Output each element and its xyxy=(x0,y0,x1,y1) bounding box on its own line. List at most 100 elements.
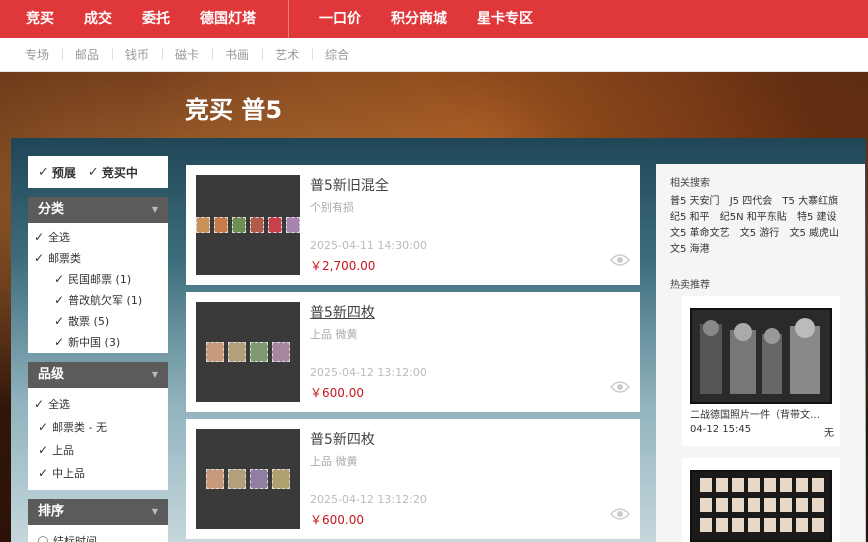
caret-down-icon: ▼ xyxy=(151,370,158,379)
sort-option-end-time[interactable]: 结标时间 xyxy=(28,531,168,542)
category-item-label: 邮票类 xyxy=(48,251,82,265)
item-description: 个别有损 xyxy=(310,201,354,214)
category-title: 分类 xyxy=(38,202,65,217)
item-title[interactable]: 普5新旧混全 xyxy=(310,175,389,195)
hot-item-date: 04-12 15:45 xyxy=(690,424,752,435)
top-nav: 竞买 成交 委托 德国灯塔 一口价 积分商城 星卡专区 xyxy=(0,0,868,38)
stamp-image xyxy=(214,217,228,233)
subnav-stamps[interactable]: 邮品 xyxy=(62,46,112,63)
stamp-image xyxy=(286,217,300,233)
sort-title: 排序 xyxy=(38,504,65,519)
hot-item-caption[interactable]: 二战德国照片一件（背带文… xyxy=(690,406,832,421)
hot-item-image[interactable] xyxy=(690,470,832,542)
category-item-prc[interactable]: ✓ 新中国 (3) xyxy=(28,331,168,352)
related-tag[interactable]: 文5 游行 xyxy=(740,228,780,239)
eye-icon[interactable] xyxy=(610,380,630,394)
stamp-image xyxy=(206,342,224,362)
eye-icon[interactable] xyxy=(610,253,630,267)
hot-item[interactable] xyxy=(682,458,840,542)
item-title[interactable]: 普5新四枚 xyxy=(310,429,375,449)
auction-item[interactable]: 普5新四枚 上品 微黄 2025-04-12 13:12:20 ￥600.00 xyxy=(186,419,640,539)
grade-item-top[interactable]: ✓ 上品 xyxy=(28,438,168,461)
related-tag[interactable]: 纪5 和平 xyxy=(670,212,710,223)
stamp-image xyxy=(232,217,246,233)
nav-star-card[interactable]: 星卡专区 xyxy=(465,0,545,38)
related-search-title: 相关搜索 xyxy=(670,178,710,189)
stamp-image xyxy=(196,217,210,233)
check-icon: ✓ xyxy=(87,164,99,180)
category-header[interactable]: 分类 ▼ xyxy=(28,197,168,223)
nav-points-mall[interactable]: 积分商城 xyxy=(379,0,459,38)
subnav-art[interactable]: 艺术 xyxy=(262,46,312,63)
sort-option-label: 结标时间 xyxy=(53,535,97,542)
related-tag[interactable]: J5 四代会 xyxy=(730,196,773,207)
stamp-image xyxy=(272,342,290,362)
auction-item[interactable]: 普5新旧混全 个别有损 2025-04-11 14:30:00 ￥2,700.0… xyxy=(186,165,640,285)
subnav-cards[interactable]: 磁卡 xyxy=(162,46,212,63)
item-price: ￥600.00 xyxy=(310,386,364,400)
subnav-coins[interactable]: 钱币 xyxy=(112,46,162,63)
grade-item-label: 全选 xyxy=(48,397,71,411)
filter-bidding-checkbox[interactable]: ✓ 竞买中 xyxy=(88,164,138,181)
hot-item[interactable]: 二战德国照片一件（背带文… 04-12 15:45 无 xyxy=(682,296,840,446)
category-item-loose[interactable]: ✓ 散票 (5) xyxy=(28,310,168,331)
filter-preview-checkbox[interactable]: ✓ 预展 xyxy=(38,164,76,181)
stamp-sheet-image xyxy=(692,472,830,540)
category-list: ✓ 全选 ✓ 邮票类 ✓ 民国邮票 (1) ✓ 普改航欠军 (1) ✓ 散票 (5) ✓ 新… xyxy=(28,223,168,353)
item-title[interactable]: 普5新四枚 xyxy=(310,302,375,322)
nav-consign[interactable]: 委托 xyxy=(130,0,182,38)
item-end-time: 2025-04-12 13:12:00 xyxy=(310,366,427,379)
category-item-airmail[interactable]: ✓ 普改航欠军 (1) xyxy=(28,289,168,310)
category-item-label: 普改航欠军 (1) xyxy=(68,293,143,307)
check-icon: ✓ xyxy=(54,313,65,328)
check-icon: ✓ xyxy=(34,396,45,411)
nav-deals[interactable]: 成交 xyxy=(72,0,124,38)
item-price: ￥600.00 xyxy=(310,513,364,527)
auction-item[interactable]: 普5新四枚 上品 微黄 2025-04-12 13:12:00 ￥600.00 xyxy=(186,292,640,412)
check-icon: ✓ xyxy=(38,442,49,457)
stamp-image xyxy=(206,469,224,489)
subnav-special[interactable]: 专场 xyxy=(12,46,62,63)
related-tag[interactable]: 普5 天安门 xyxy=(670,196,720,207)
item-thumbnail[interactable] xyxy=(196,302,300,402)
nav-fixed-price[interactable]: 一口价 xyxy=(307,0,373,38)
category-item-stamps[interactable]: ✓ 邮票类 xyxy=(28,247,168,268)
category-item-republic[interactable]: ✓ 民国邮票 (1) xyxy=(28,268,168,289)
check-icon: ✓ xyxy=(38,419,49,434)
subnav-calligraphy[interactable]: 书画 xyxy=(212,46,262,63)
sort-header[interactable]: 排序 ▼ xyxy=(28,499,168,525)
item-thumbnail[interactable] xyxy=(196,429,300,529)
check-icon: ✓ xyxy=(38,465,49,480)
eye-icon[interactable] xyxy=(610,507,630,521)
hot-item-image[interactable] xyxy=(690,308,832,404)
related-tag[interactable]: 文5 海港 xyxy=(670,244,710,255)
grade-item-mid[interactable]: ✓ 中上品 xyxy=(28,461,168,484)
related-tag[interactable]: 文5 威虎山 xyxy=(789,228,839,239)
stamp-image xyxy=(250,217,264,233)
category-item-label: 散票 (5) xyxy=(68,314,110,328)
stamp-image xyxy=(228,342,246,362)
grade-item-label: 中上品 xyxy=(52,466,86,480)
category-item-all[interactable]: ✓ 全选 xyxy=(28,226,168,247)
check-icon: ✓ xyxy=(34,250,45,265)
status-filter: ✓ 预展 ✓ 竞买中 xyxy=(28,156,168,188)
related-tag[interactable]: 特5 建设 xyxy=(797,212,837,223)
caret-down-icon: ▼ xyxy=(151,507,158,516)
hot-item-status: 无 xyxy=(824,428,834,439)
check-icon: ✓ xyxy=(54,271,65,286)
related-tag[interactable]: 纪5N 和平东貼 xyxy=(720,212,787,223)
nav-bidding[interactable]: 竞买 xyxy=(14,0,66,38)
grade-item-all[interactable]: ✓ 全选 xyxy=(28,392,168,415)
sort-list: 结标时间 xyxy=(28,525,168,542)
item-thumbnail[interactable] xyxy=(196,175,300,275)
subnav-misc[interactable]: 综合 xyxy=(312,46,362,63)
radio-icon xyxy=(38,536,48,542)
category-item-label: 全选 xyxy=(48,230,71,244)
related-tag[interactable]: T5 大寨红旗 xyxy=(782,196,838,207)
related-tag[interactable]: 文5 革命文艺 xyxy=(670,228,730,239)
filter-bidding-label: 竞买中 xyxy=(101,165,138,180)
grade-header[interactable]: 品级 ▼ xyxy=(28,362,168,388)
nav-german-lighthouse[interactable]: 德国灯塔 xyxy=(188,0,268,38)
grade-item-none[interactable]: ✓ 邮票类 - 无 xyxy=(28,415,168,438)
category-item-label: 新中国 (3) xyxy=(68,335,121,349)
